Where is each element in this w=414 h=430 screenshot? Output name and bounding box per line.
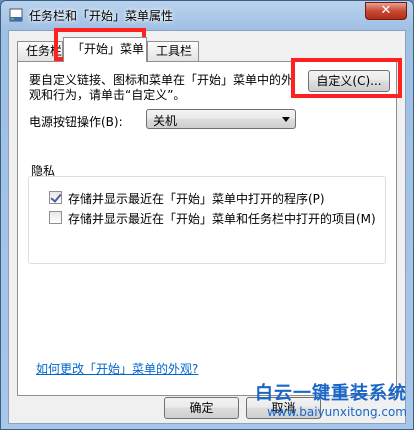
privacy-group: 存储并显示最近在「开始」菜单中打开的程序(P) 存储并显示最近在「开始」菜单和任… [28, 176, 386, 264]
close-button[interactable]: ✕ [365, 2, 407, 20]
power-button-value: 关机 [153, 114, 178, 128]
customize-description: 要自定义链接、图标和菜单在「开始」菜单中的外观和行为，请单击“自定义”。 [29, 73, 294, 102]
chevron-down-icon [282, 117, 290, 122]
watermark-title: 白云一键重装系统 [255, 383, 407, 404]
tab-start-menu[interactable]: 「开始」菜单 [63, 37, 147, 62]
tab-toolbars[interactable]: 工具栏 [147, 41, 199, 61]
button-highlight-box [291, 58, 402, 98]
ok-button[interactable]: 确定 [164, 397, 239, 419]
recent-programs-checkbox[interactable] [49, 191, 62, 204]
tab-toolbars-label: 工具栏 [156, 44, 193, 58]
properties-window: 任务栏和「开始」菜单属性 ✕ 任务栏 「开始」菜单 工具栏 要自定义链接、图标和… [0, 0, 414, 430]
watermark-url: www.baiyunxitong.com [267, 405, 407, 419]
power-button-label: 电源按钮操作(B): [29, 115, 123, 129]
recent-items-label[interactable]: 存储并显示最近在「开始」菜单和任务栏中打开的项目(M) [68, 210, 376, 227]
window-title: 任务栏和「开始」菜单属性 [29, 9, 174, 23]
title-bar[interactable]: 任务栏和「开始」菜单属性 ✕ [1, 1, 413, 29]
power-button-select[interactable]: 关机 [146, 109, 296, 129]
help-link[interactable]: 如何更改「开始」菜单的外观? [36, 360, 198, 377]
start-menu-panel: 要自定义链接、图标和菜单在「开始」菜单中的外观和行为，请单击“自定义”。 自定义… [17, 61, 397, 396]
taskbar-window-icon [9, 8, 23, 22]
tab-start-menu-label: 「开始」菜单 [72, 42, 145, 56]
watermark: 白云一键重装系统 www.baiyunxitong.com [255, 379, 407, 419]
recent-programs-label[interactable]: 存储并显示最近在「开始」菜单中打开的程序(P) [68, 190, 325, 207]
recent-items-checkbox[interactable] [49, 211, 62, 224]
